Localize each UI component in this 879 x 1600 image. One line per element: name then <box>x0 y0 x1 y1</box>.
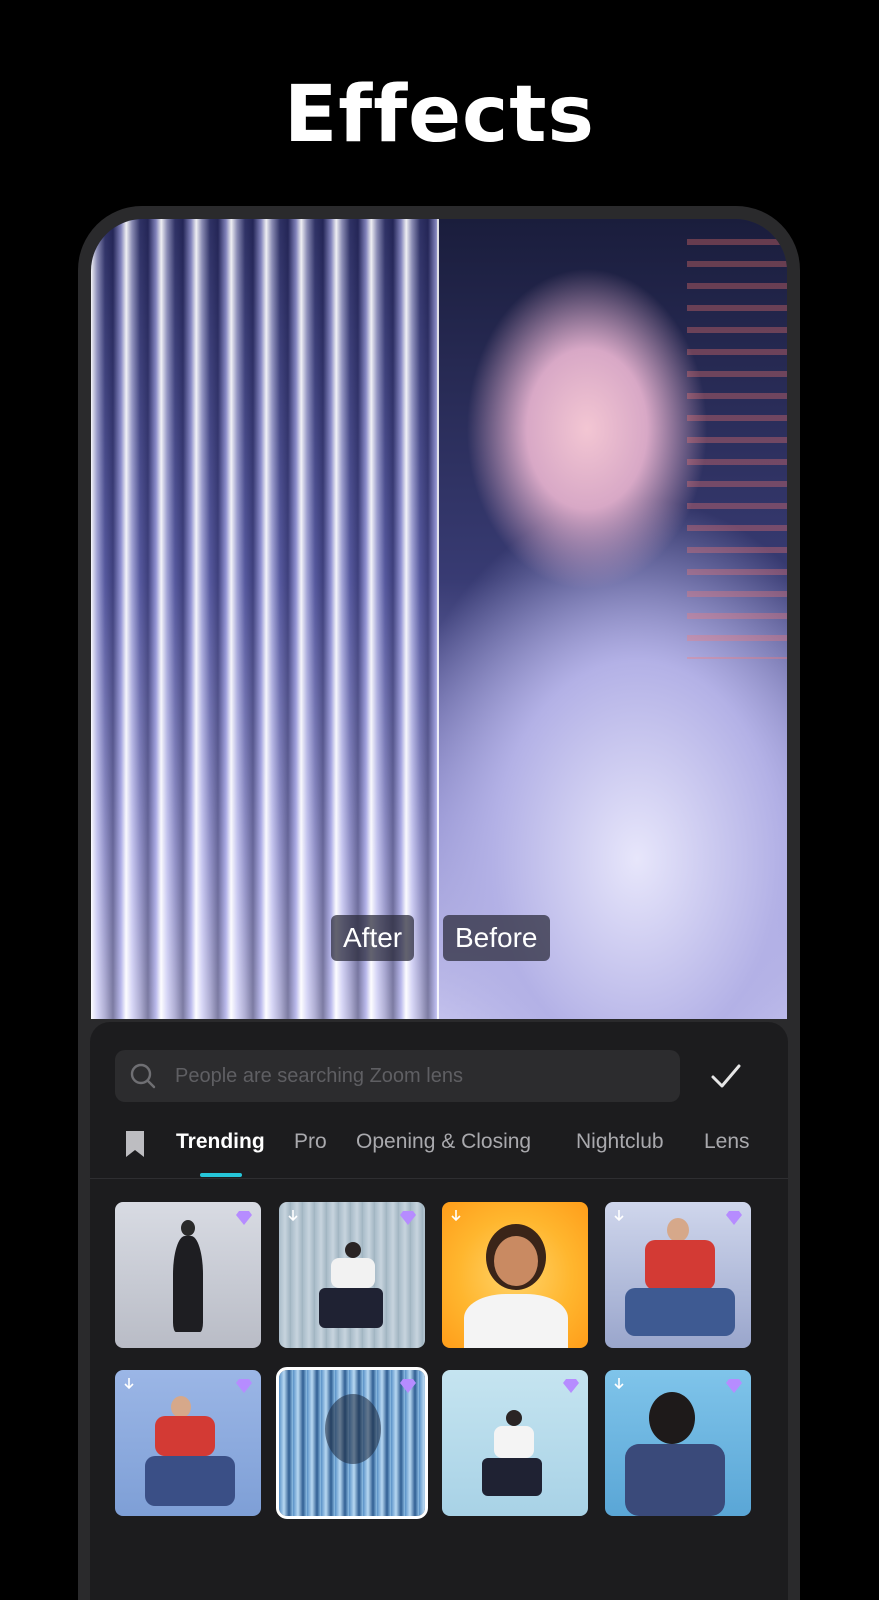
effect-thumbnail[interactable] <box>279 1202 425 1348</box>
compare-divider[interactable] <box>437 219 439 1019</box>
effect-thumbnail[interactable] <box>605 1370 751 1516</box>
tab-lens[interactable]: Lens <box>704 1130 750 1154</box>
after-label: After <box>331 915 415 961</box>
active-tab-indicator <box>200 1173 242 1177</box>
person-figure <box>155 1416 215 1456</box>
person-figure <box>173 1236 203 1332</box>
check-icon[interactable] <box>708 1058 744 1094</box>
diamond-icon <box>726 1379 742 1393</box>
person-figure <box>181 1220 195 1236</box>
effect-preview[interactable]: After Before <box>91 219 787 1019</box>
effect-thumbnail[interactable] <box>442 1202 588 1348</box>
preview-before-side <box>437 219 787 1019</box>
effect-thumbnail[interactable] <box>442 1370 588 1516</box>
person-figure <box>331 1258 375 1288</box>
person-figure <box>171 1396 191 1418</box>
tab-trending[interactable]: Trending <box>176 1130 265 1154</box>
search-icon <box>130 1063 156 1089</box>
tab-nightclub[interactable]: Nightclub <box>576 1130 664 1154</box>
city-lights <box>687 239 787 659</box>
effect-thumbnail[interactable] <box>605 1202 751 1348</box>
search-input[interactable] <box>173 1063 657 1089</box>
person-figure <box>482 1458 542 1496</box>
person-figure <box>645 1240 715 1290</box>
person-figure <box>319 1288 383 1328</box>
download-icon <box>124 1378 134 1390</box>
download-icon <box>614 1210 624 1222</box>
phone-frame: After Before Trending Pro Opening & Clos… <box>78 206 800 1600</box>
effect-thumbnail-selected[interactable] <box>276 1367 428 1519</box>
tab-opening-closing[interactable]: Opening & Closing <box>356 1130 531 1154</box>
diamond-icon <box>563 1379 579 1393</box>
diamond-icon <box>400 1379 416 1393</box>
person-figure <box>494 1236 538 1286</box>
person-figure <box>649 1392 695 1444</box>
download-icon <box>451 1210 461 1222</box>
person-figure <box>494 1426 534 1458</box>
person-figure <box>667 1218 689 1242</box>
search-bar[interactable] <box>115 1050 680 1102</box>
effects-panel: Trending Pro Opening & Closing Nightclub… <box>90 1022 788 1600</box>
before-label: Before <box>443 915 550 961</box>
person-figure <box>464 1294 568 1348</box>
person-figure <box>625 1444 725 1516</box>
diamond-icon <box>400 1211 416 1225</box>
person-figure <box>506 1410 522 1426</box>
effect-thumbnail[interactable] <box>115 1370 261 1516</box>
person-figure <box>625 1288 735 1336</box>
person-figure <box>145 1456 235 1506</box>
person-figure <box>345 1242 361 1258</box>
effect-thumbnail[interactable] <box>115 1202 261 1348</box>
diamond-icon <box>236 1379 252 1393</box>
person-figure <box>325 1394 381 1464</box>
diamond-icon <box>236 1211 252 1225</box>
tab-pro[interactable]: Pro <box>294 1130 327 1154</box>
download-icon <box>288 1210 298 1222</box>
page-title: Effects <box>283 70 595 160</box>
category-tabs: Trending Pro Opening & Closing Nightclub… <box>90 1120 788 1179</box>
preview-after-side <box>91 219 437 1019</box>
diamond-icon <box>726 1211 742 1225</box>
download-icon <box>614 1378 624 1390</box>
bookmark-icon[interactable] <box>124 1130 146 1158</box>
